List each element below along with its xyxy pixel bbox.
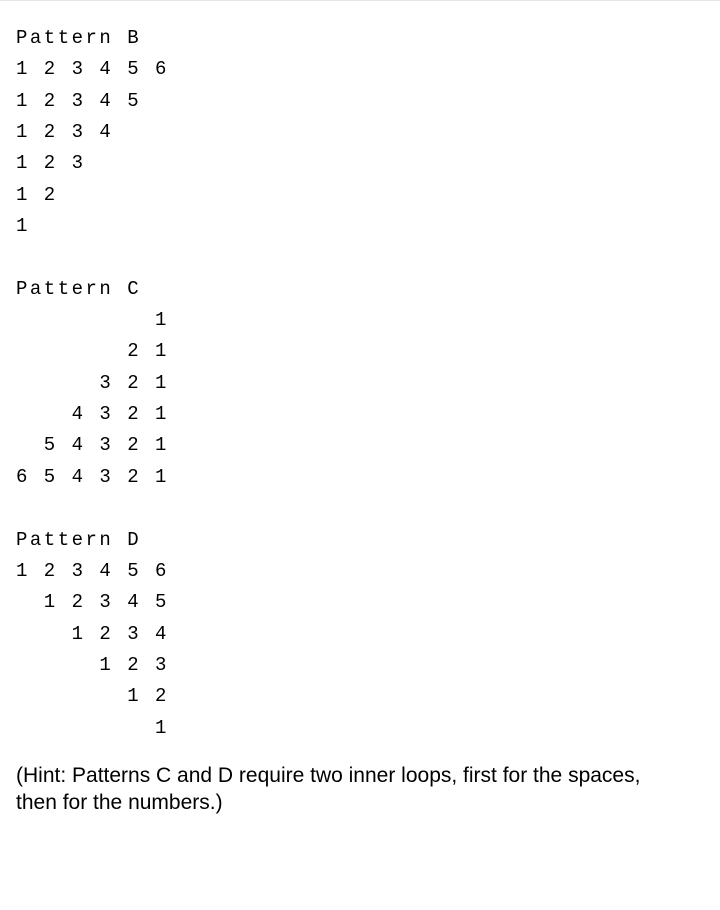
pattern-c-line: 3 2 1 <box>16 372 169 394</box>
pattern-d-line: 1 2 3 <box>16 654 169 676</box>
hint-text: (Hint: Patterns C and D require two inne… <box>16 754 656 817</box>
pattern-b-line: 1 2 3 <box>16 152 86 174</box>
pattern-c-title: Pattern C <box>16 278 141 300</box>
pattern-d-line: 1 2 3 4 <box>16 623 169 645</box>
pattern-b-line: 1 2 3 4 5 6 <box>16 58 169 80</box>
pattern-d-line: 1 2 3 4 5 <box>16 591 169 613</box>
pattern-b-line: 1 2 3 4 <box>16 121 113 143</box>
pattern-b-line: 1 2 3 4 5 <box>16 90 141 112</box>
pattern-b-line: 1 <box>16 215 30 237</box>
pattern-d-title: Pattern D <box>16 529 141 551</box>
page-content: Pattern B 1 2 3 4 5 6 1 2 3 4 5 1 2 3 4 … <box>0 0 720 817</box>
pattern-d-line: 1 2 3 4 5 6 <box>16 560 169 582</box>
pattern-c-line: 2 1 <box>16 340 169 362</box>
pattern-c-line: 5 4 3 2 1 <box>16 434 169 456</box>
pattern-b-line: 1 2 <box>16 184 58 206</box>
pattern-d-line: 1 <box>16 717 169 739</box>
pattern-b-title: Pattern B <box>16 27 141 49</box>
pattern-c-line: 6 5 4 3 2 1 <box>16 466 169 488</box>
pattern-c-line: 1 <box>16 309 169 331</box>
pattern-c-line: 4 3 2 1 <box>16 403 169 425</box>
pattern-d-line: 1 2 <box>16 685 169 707</box>
code-output: Pattern B 1 2 3 4 5 6 1 2 3 4 5 1 2 3 4 … <box>16 1 704 754</box>
